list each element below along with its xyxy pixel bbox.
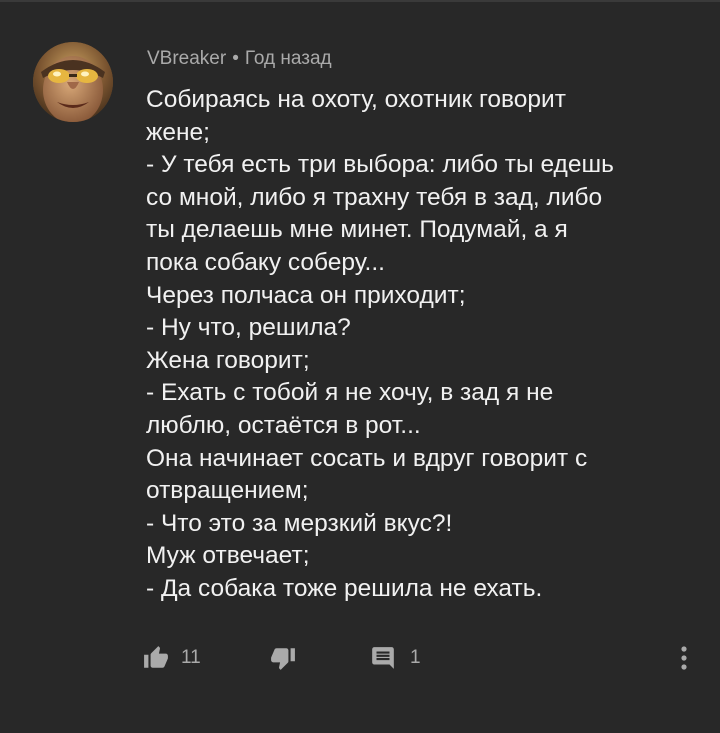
thumbs-up-icon xyxy=(143,645,169,671)
comment-line: жене; xyxy=(146,118,210,146)
like-button[interactable]: 11 xyxy=(143,636,201,680)
comment-line: - Что это за мерзкий вкус?! xyxy=(146,509,453,537)
author-name[interactable]: VBreaker xyxy=(147,48,226,69)
comment-line: Муж отвечает; xyxy=(146,542,310,570)
comment-line: - Ехать с тобой я не хочу, в зад я не xyxy=(146,379,554,407)
comment-meta: VBreaker • Год назад xyxy=(147,44,332,74)
comment-line: Она начинает сосать и вдруг говорит с xyxy=(146,444,588,472)
like-count: 11 xyxy=(181,647,201,668)
comment-line: ты делаешь мне минет. Подумай, а я xyxy=(146,216,568,244)
comment-icon xyxy=(370,645,396,671)
comment-line: люблю, остаётся в рот... xyxy=(146,411,421,439)
avatar[interactable] xyxy=(33,42,113,122)
meta-separator: • xyxy=(232,48,239,69)
comment-line: со мной, либо я трахну тебя в зад, либо xyxy=(146,183,603,211)
more-options-button[interactable] xyxy=(672,636,696,680)
comment-line: - Ну что, решила? xyxy=(146,314,351,342)
reply-button[interactable]: 1 xyxy=(370,636,421,680)
comment-line: отвращением; xyxy=(146,477,309,505)
comment-line: Жена говорит; xyxy=(146,346,310,374)
avatar-image xyxy=(33,42,113,122)
comment-line: - Да собака тоже решила не ехать. xyxy=(146,574,543,602)
comment-line: пока собаку соберу... xyxy=(146,248,385,276)
comment-line: Собираясь на охоту, охотник говорит xyxy=(146,86,566,113)
comment: VBreaker • Год назад Собираясь на охоту, о… xyxy=(0,0,720,733)
comment-actions: 11 1 xyxy=(0,636,720,680)
thumbs-down-icon xyxy=(270,645,296,671)
comment-text: Собираясь на охоту, охотник говорит жене… xyxy=(146,84,686,606)
reply-count: 1 xyxy=(410,647,421,668)
comment-line: - У тебя есть три выбора: либо ты едешь xyxy=(146,151,614,179)
dislike-button[interactable] xyxy=(270,636,296,680)
comment-timestamp[interactable]: Год назад xyxy=(245,48,332,69)
comment-line: Через полчаса он приходит; xyxy=(146,281,466,309)
more-vertical-icon xyxy=(680,644,688,672)
